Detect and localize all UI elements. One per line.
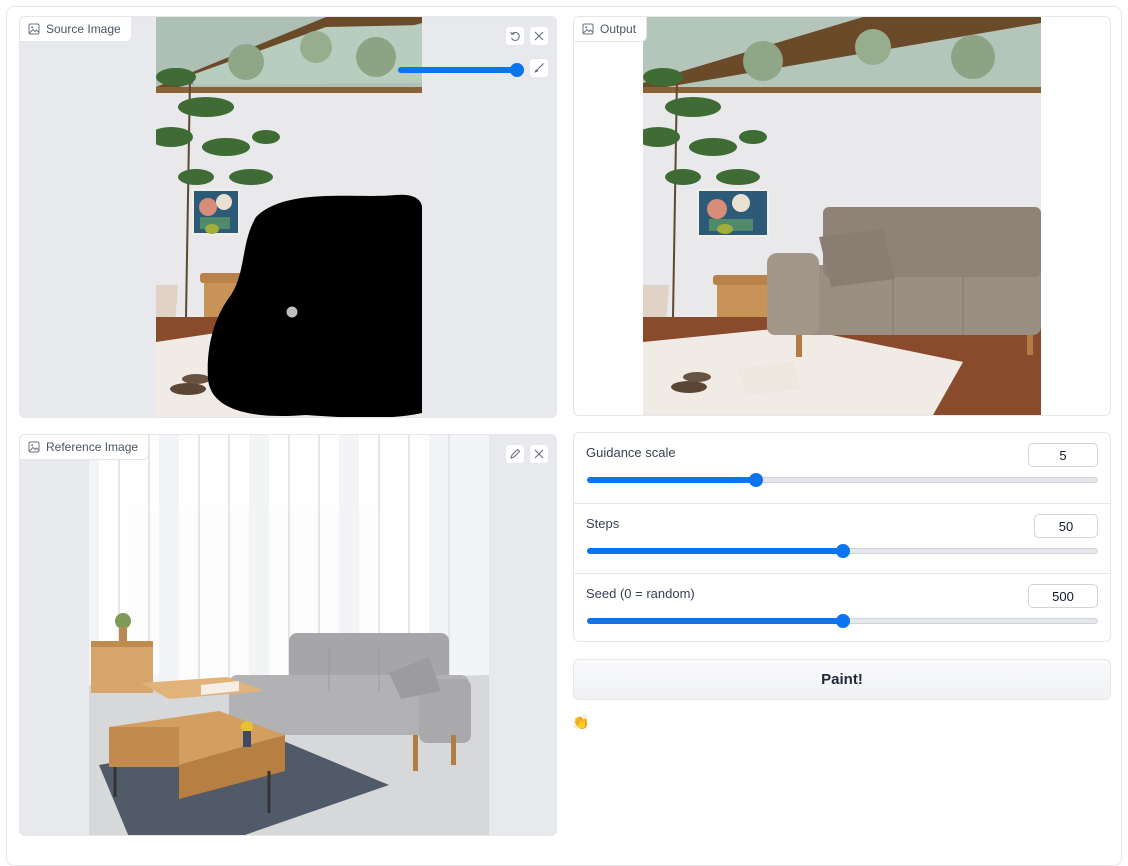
- status-emoji: 👏: [572, 714, 590, 730]
- steps-slider[interactable]: [587, 544, 1098, 558]
- undo-button[interactable]: [505, 26, 525, 46]
- reference-photo: [89, 435, 489, 835]
- reference-image-label: Reference Image: [20, 435, 150, 460]
- reference-image-canvas[interactable]: [89, 435, 489, 835]
- paint-button[interactable]: Paint!: [573, 659, 1111, 700]
- edit-reference-button[interactable]: [505, 444, 525, 464]
- source-image-panel[interactable]: Source Image: [19, 16, 557, 418]
- guidance-scale-label: Guidance scale: [586, 445, 676, 460]
- reference-image-label-text: Reference Image: [46, 440, 139, 454]
- output-photo: [643, 17, 1041, 415]
- slider-fill: [587, 618, 843, 624]
- clear-source-button[interactable]: [529, 26, 549, 46]
- source-image-label-text: Source Image: [46, 22, 121, 36]
- guidance-scale-input[interactable]: 5: [1028, 443, 1098, 467]
- reference-image-panel[interactable]: Reference Image: [19, 434, 557, 836]
- seed-setting: Seed (0 = random) 500: [574, 573, 1110, 643]
- slider-fill: [587, 477, 756, 483]
- slider-handle[interactable]: [835, 614, 850, 628]
- undo-icon: [510, 31, 520, 41]
- output-panel: Output: [573, 16, 1111, 416]
- brush-button[interactable]: [529, 58, 549, 78]
- close-icon: [534, 449, 544, 459]
- close-icon: [534, 31, 544, 41]
- seed-label: Seed (0 = random): [586, 586, 695, 601]
- image-icon: [582, 23, 594, 35]
- seed-input[interactable]: 500: [1028, 584, 1098, 608]
- slider-handle[interactable]: [835, 544, 850, 558]
- guidance-scale-setting: Guidance scale 5: [574, 433, 1110, 503]
- guidance-scale-slider[interactable]: [587, 473, 1098, 487]
- slider-fill: [587, 548, 843, 554]
- image-icon: [28, 23, 40, 35]
- steps-setting: Steps 50: [574, 503, 1110, 573]
- output-label: Output: [574, 17, 648, 42]
- image-icon: [28, 441, 40, 453]
- seed-slider[interactable]: [587, 614, 1098, 628]
- source-image-label: Source Image: [20, 17, 132, 42]
- steps-label: Steps: [586, 516, 620, 531]
- clear-reference-button[interactable]: [529, 444, 549, 464]
- pencil-icon: [510, 448, 521, 459]
- brush-size-slider[interactable]: [398, 63, 524, 77]
- output-label-text: Output: [600, 22, 637, 36]
- steps-input[interactable]: 50: [1034, 514, 1098, 538]
- source-image-canvas[interactable]: [156, 17, 422, 417]
- room-photo: [156, 17, 422, 417]
- output-image: [643, 17, 1041, 415]
- slider-handle[interactable]: [748, 473, 763, 487]
- settings-panel: Guidance scale 5 Steps 50 Seed (0 = rand…: [573, 432, 1111, 642]
- brush-icon: [534, 63, 544, 73]
